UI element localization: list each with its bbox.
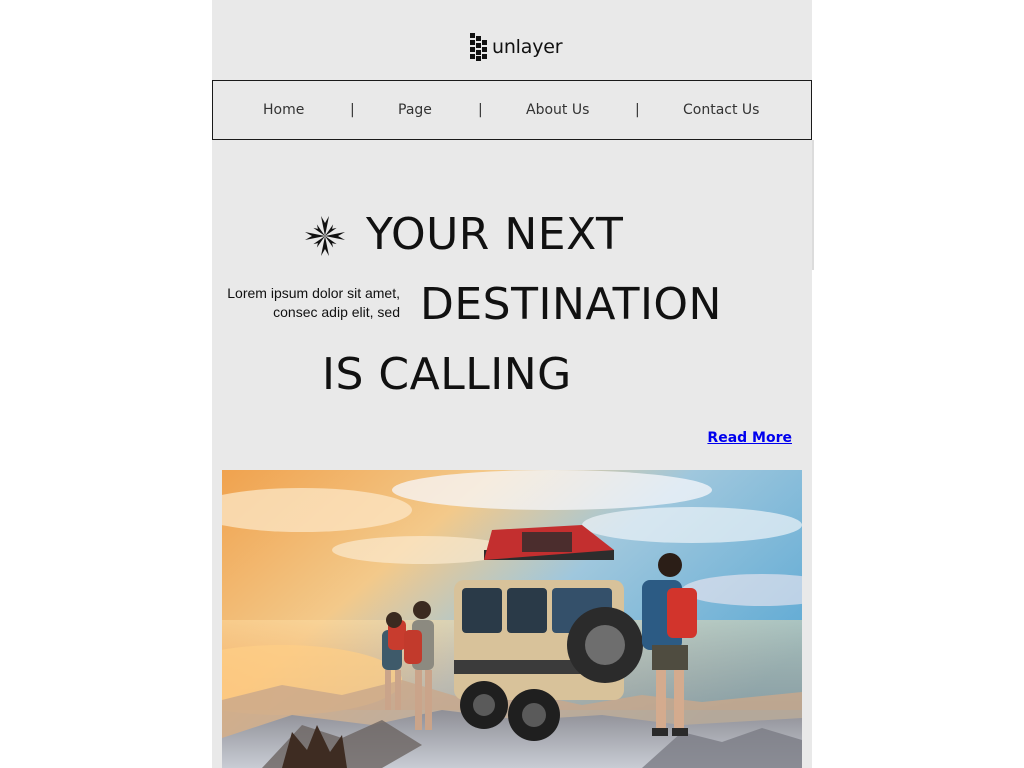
nav-item-home[interactable]: Home [263,101,304,119]
unlayer-logo-icon [470,33,487,61]
hero-title-line-1: YOUR NEXT [366,209,624,260]
hero-title-line-3: IS CALLING [322,349,572,400]
hero-side-text: Lorem ipsum dolor sit amet, consec adip … [227,285,400,320]
read-more-link[interactable]: Read More [707,430,792,446]
nav-item-about-us[interactable]: About Us [526,101,589,119]
hero-title-line-2: DESTINATION [420,279,722,330]
brand-logo[interactable]: unlayer [469,32,563,62]
star-burst-icon [305,216,345,256]
brand-name: unlayer [492,35,563,58]
nav-separator: | [635,102,640,118]
top-nav: Home | Page | About Us | Contact Us [212,80,812,140]
email-edge-shade [812,140,814,270]
hero-photo [222,470,802,768]
nav-item-page[interactable]: Page [398,101,432,119]
nav-item-contact-us[interactable]: Contact Us [683,101,759,119]
nav-separator: | [350,102,355,118]
nav-separator: | [478,102,483,118]
email-container: unlayer Home | Page | About Us | Contact… [212,0,812,768]
